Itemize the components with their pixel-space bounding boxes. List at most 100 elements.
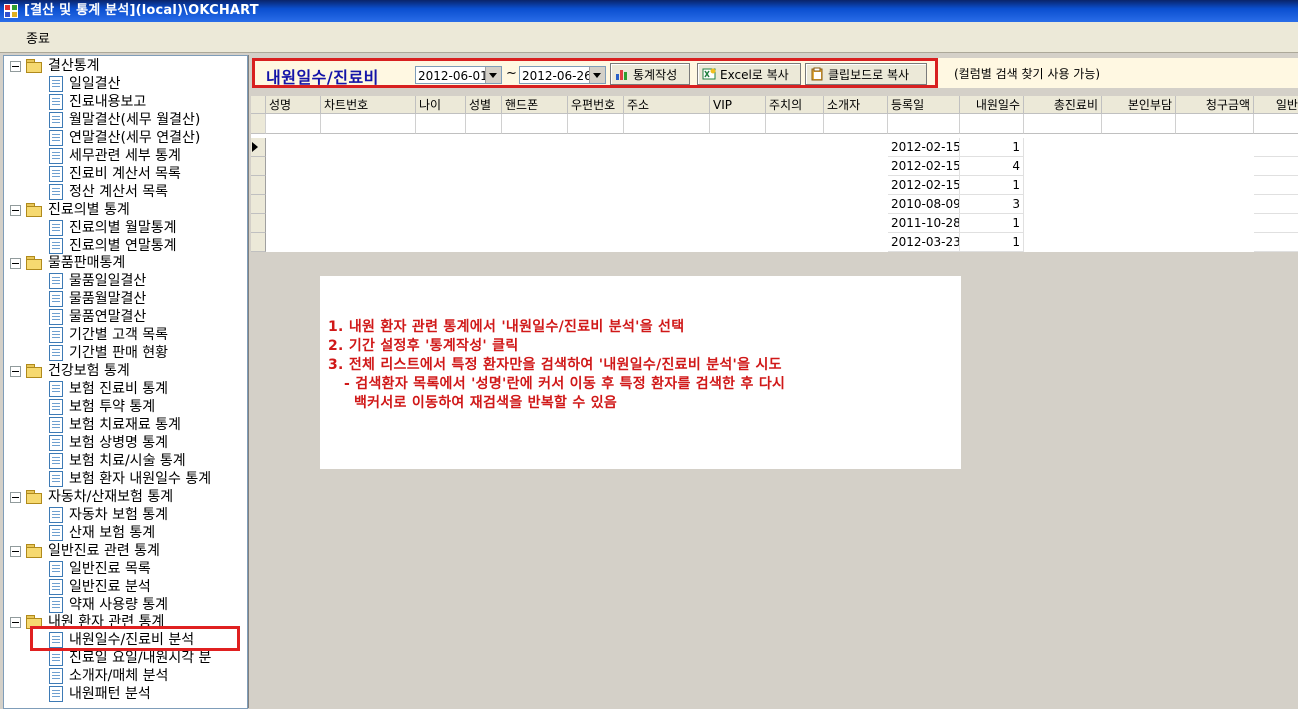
cell-registration-date[interactable]: 2012-02-15 (888, 138, 960, 157)
copy-to-clipboard-button[interactable]: 클립보드로 복사 (805, 63, 927, 85)
tree-item[interactable]: 소개자/매체 분석 (4, 667, 247, 685)
date-to-picker[interactable]: 2012-06-26 (519, 66, 606, 84)
collapse-toggle-icon[interactable] (10, 204, 21, 216)
column-filter-input[interactable] (824, 114, 888, 134)
create-stats-button[interactable]: 통계작성 (610, 63, 690, 85)
row-selector[interactable] (251, 138, 266, 157)
column-header[interactable]: 성별 (466, 96, 502, 114)
column-filter-input[interactable] (1176, 114, 1254, 134)
cell-general-care[interactable]: 0 (1254, 233, 1298, 252)
tree-item[interactable]: 일반진료 목록 (4, 560, 247, 578)
collapse-toggle-icon[interactable] (10, 545, 21, 557)
column-header[interactable]: 주치의 (766, 96, 824, 114)
tree-item[interactable]: 약재 사용량 통계 (4, 596, 247, 614)
cell-visit-count[interactable]: 1 (960, 214, 1024, 233)
column-filter-input[interactable] (266, 114, 321, 134)
column-filter-input[interactable] (416, 114, 466, 134)
cell-general-care[interactable]: 0 (1254, 214, 1298, 233)
column-header[interactable]: 성명 (266, 96, 321, 114)
tree-item[interactable]: 보험 투약 통계 (4, 398, 247, 416)
column-filter-input[interactable] (1102, 114, 1176, 134)
tree-item[interactable]: 물품연말결산 (4, 308, 247, 326)
column-header[interactable]: 소개자 (824, 96, 888, 114)
tree-item[interactable]: 연말결산(세무 연결산) (4, 129, 247, 147)
tree-item[interactable]: 물품일일결산 (4, 272, 247, 290)
tree-item[interactable]: 일일결산 (4, 75, 247, 93)
tree-item[interactable]: 물품월말결산 (4, 290, 247, 308)
tree-item[interactable]: 세무관련 세부 통계 (4, 147, 247, 165)
cell-registration-date[interactable]: 2012-02-15 (888, 157, 960, 176)
tree-group[interactable]: 물품판매통계 (4, 254, 247, 272)
cell-general-care[interactable]: 0 (1254, 195, 1298, 214)
tree-item[interactable]: 진료의별 월말통계 (4, 219, 247, 237)
cell-visit-count[interactable]: 3 (960, 195, 1024, 214)
column-header[interactable]: VIP (710, 96, 766, 114)
column-header[interactable]: 본인부담 (1102, 96, 1176, 114)
exit-button[interactable]: 종료 (8, 25, 68, 49)
copy-to-excel-button[interactable]: Excel로 복사 (697, 63, 801, 85)
column-header[interactable]: 등록일 (888, 96, 960, 114)
column-header[interactable]: 총진료비 (1024, 96, 1102, 114)
column-header[interactable]: 내원일수 (960, 96, 1024, 114)
collapse-toggle-icon[interactable] (10, 258, 21, 270)
column-header[interactable]: 나이 (416, 96, 466, 114)
tree-item[interactable]: 보험 치료재료 통계 (4, 416, 247, 434)
tree-item[interactable]: 자동차 보험 통계 (4, 506, 247, 524)
collapse-toggle-icon[interactable] (10, 366, 21, 378)
tree-item[interactable]: 진료비 계산서 목록 (4, 165, 247, 183)
tree-item[interactable]: 내원패턴 분석 (4, 685, 247, 703)
tree-item[interactable]: 보험 진료비 통계 (4, 380, 247, 398)
column-filter-input[interactable] (710, 114, 766, 134)
cell-visit-count[interactable]: 1 (960, 233, 1024, 252)
column-filter-input[interactable] (1254, 114, 1298, 134)
row-selector[interactable] (251, 214, 266, 233)
tree-item[interactable]: 정산 계산서 목록 (4, 183, 247, 201)
column-filter-input[interactable] (321, 114, 416, 134)
row-selector[interactable] (251, 195, 266, 214)
column-filter-input[interactable] (1024, 114, 1102, 134)
column-header[interactable]: 핸드폰 (502, 96, 568, 114)
cell-visit-count[interactable]: 1 (960, 176, 1024, 195)
tree-item[interactable]: 진료의별 연말통계 (4, 237, 247, 255)
tree-item[interactable]: 기간별 판매 현황 (4, 344, 247, 362)
column-filter-input[interactable] (960, 114, 1024, 134)
row-selector[interactable] (251, 233, 266, 252)
collapse-toggle-icon[interactable] (10, 61, 21, 72)
dropdown-arrow-icon[interactable] (589, 67, 605, 83)
tree-group[interactable]: 건강보험 통계 (4, 362, 247, 380)
tree-item[interactable]: 기간별 고객 목록 (4, 326, 247, 344)
cell-visit-count[interactable]: 1 (960, 138, 1024, 157)
row-selector[interactable] (251, 176, 266, 195)
cell-general-care[interactable]: 0 (1254, 176, 1298, 195)
tree-item[interactable]: 보험 치료/시술 통계 (4, 452, 247, 470)
column-filter-input[interactable] (766, 114, 824, 134)
date-from-picker[interactable]: 2012-06-01 (415, 66, 502, 84)
column-filter-input[interactable] (568, 114, 624, 134)
column-filter-input[interactable] (624, 114, 710, 134)
column-filter-input[interactable] (888, 114, 960, 134)
tree-group[interactable]: 결산통계 (4, 57, 247, 75)
collapse-toggle-icon[interactable] (10, 491, 21, 503)
tree-item[interactable]: 진료일 요일/내원시각 분 (4, 649, 247, 667)
column-filter-input[interactable] (502, 114, 568, 134)
tree-item[interactable]: 일반진료 분석 (4, 578, 247, 596)
tree-item[interactable]: 월말결산(세무 월결산) (4, 111, 247, 129)
column-header[interactable]: 일반진료 (1254, 96, 1298, 114)
cell-registration-date[interactable]: 2012-02-15 (888, 176, 960, 195)
dropdown-arrow-icon[interactable] (485, 67, 501, 83)
column-filter-input[interactable] (466, 114, 502, 134)
column-header[interactable]: 청구금액 (1176, 96, 1254, 114)
tree-item[interactable]: 진료내용보고 (4, 93, 247, 111)
cell-registration-date[interactable]: 2010-08-09 (888, 195, 960, 214)
collapse-toggle-icon[interactable] (10, 617, 21, 629)
cell-general-care[interactable]: 0 (1254, 157, 1298, 176)
cell-registration-date[interactable]: 2012-03-23 (888, 233, 960, 252)
tree-item[interactable]: 산재 보험 통계 (4, 524, 247, 542)
row-selector[interactable] (251, 157, 266, 176)
cell-visit-count[interactable]: 4 (960, 157, 1024, 176)
tree-group[interactable]: 진료의별 통계 (4, 201, 247, 219)
tree-group[interactable]: 일반진료 관련 통계 (4, 542, 247, 560)
column-header[interactable]: 차트번호 (321, 96, 416, 114)
cell-registration-date[interactable]: 2011-10-28 (888, 214, 960, 233)
tree-group[interactable]: 자동차/산재보험 통계 (4, 488, 247, 506)
